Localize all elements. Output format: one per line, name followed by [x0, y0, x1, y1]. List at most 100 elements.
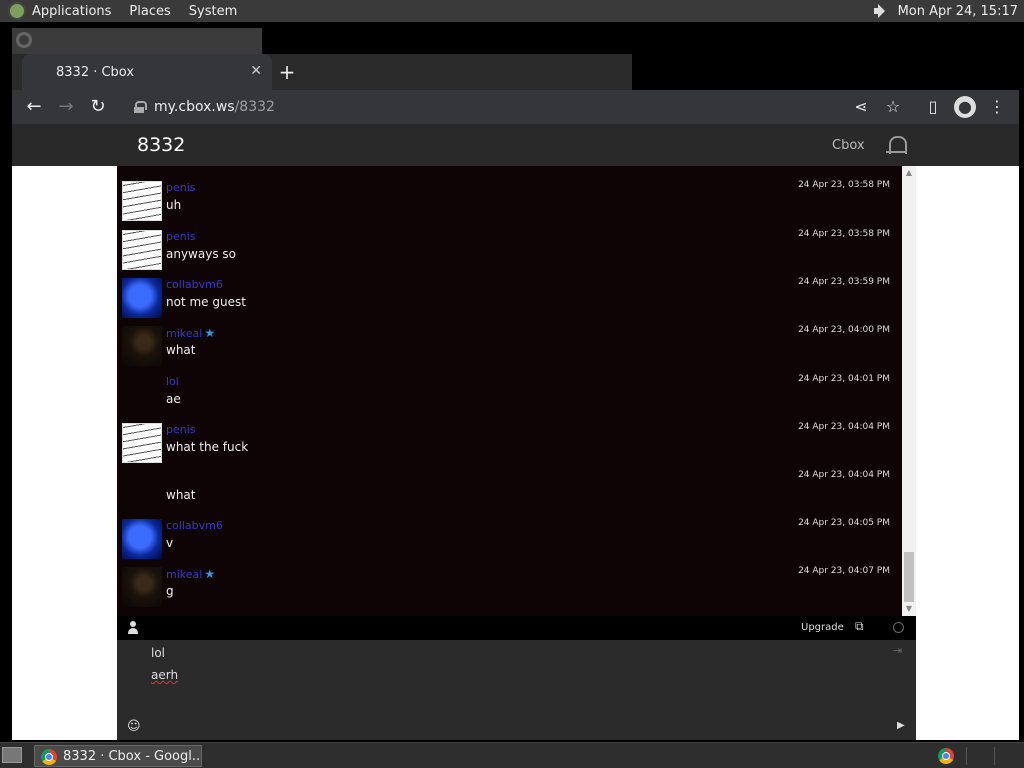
side-panel-icon[interactable]: ▯	[922, 96, 944, 118]
chat-message: collabvm6 not me guest 24 Apr 23, 03:59 …	[117, 271, 902, 318]
name-input[interactable]: lol	[151, 644, 851, 662]
emoji-icon[interactable]: ☺	[127, 719, 141, 734]
compose-area: lol ⇥ aerh ☺ ▶	[117, 640, 916, 740]
user-avatar[interactable]	[122, 230, 162, 270]
new-tab-button[interactable]: +	[274, 59, 300, 85]
chat-message: lol ae 24 Apr 23, 04:01 PM	[117, 368, 902, 414]
message-text: what	[166, 343, 196, 357]
chat-message: mikeal ★ g 24 Apr 23, 04:07 PM	[117, 560, 902, 607]
panel-tray: Mon Apr 24, 15:17	[872, 3, 1024, 19]
message-username[interactable]: lol	[166, 375, 179, 388]
message-timestamp: 24 Apr 23, 04:01 PM	[798, 374, 890, 384]
page-viewport: 8332 Cbox penis uh 24 Apr 23, 03:58 PM p…	[12, 124, 1019, 740]
site-header: 8332 Cbox	[12, 124, 1019, 166]
message-text: v	[166, 536, 174, 550]
chrome-icon	[41, 749, 57, 765]
message-text: g	[166, 584, 174, 598]
user-avatar[interactable]	[122, 326, 162, 366]
back-button[interactable]: ←	[22, 95, 46, 119]
lock-icon[interactable]	[134, 101, 147, 113]
tray-chrome-icon[interactable]	[938, 748, 954, 764]
message-text: not me guest	[166, 295, 246, 309]
message-username[interactable]: collabvm6	[166, 278, 223, 291]
url-path: /8332	[234, 99, 275, 115]
taskbar-window-button[interactable]: 8332 · Cbox - Googl...	[34, 745, 202, 767]
tab-strip: 8332 · Cbox ✕ +	[12, 54, 632, 90]
tab-title: 8332 · Cbox	[56, 64, 135, 80]
upgrade-link[interactable]: Upgrade	[801, 622, 844, 633]
reload-button[interactable]: ↻	[86, 95, 110, 119]
bookmark-star-icon[interactable]: ☆	[882, 96, 904, 118]
login-icon[interactable]: ⇥	[893, 644, 902, 657]
message-timestamp: 24 Apr 23, 03:59 PM	[798, 277, 890, 287]
distro-logo-icon[interactable]	[8, 2, 26, 20]
forward-button[interactable]: →	[54, 95, 78, 119]
address-bar[interactable]: my.cbox.ws/8332	[122, 92, 862, 122]
message-username[interactable]: mikeal ★	[166, 567, 215, 581]
applications-menu[interactable]: Applications	[32, 4, 111, 19]
message-list[interactable]: penis uh 24 Apr 23, 03:58 PM penis anywa…	[117, 166, 902, 616]
popout-icon[interactable]: ⧉	[855, 619, 864, 634]
message-timestamp: 24 Apr 23, 04:07 PM	[798, 566, 890, 576]
scroll-down-arrow-icon[interactable]: ▼	[902, 602, 916, 616]
message-timestamp: 24 Apr 23, 03:58 PM	[798, 229, 890, 239]
chat-message: mikeal ★ what 24 Apr 23, 04:00 PM	[117, 319, 902, 366]
chat-message: penis what the fuck 24 Apr 23, 04:04 PM	[117, 416, 902, 463]
message-timestamp: 24 Apr 23, 04:04 PM	[798, 470, 890, 480]
user-avatar[interactable]	[122, 519, 162, 559]
taskbar-window-label: 8332 · Cbox - Googl...	[63, 748, 202, 764]
status-circle-icon	[893, 622, 904, 633]
message-text: what	[166, 488, 196, 502]
close-tab-icon[interactable]: ✕	[250, 63, 262, 79]
browser-tab[interactable]: 8332 · Cbox ✕	[22, 54, 272, 90]
chat-toolbar: Upgrade ⧉	[117, 616, 916, 640]
moderator-star-icon: ★	[204, 326, 216, 340]
message-username[interactable]: penis	[166, 181, 196, 194]
user-avatar[interactable]	[122, 181, 162, 221]
message-timestamp: 24 Apr 23, 03:58 PM	[798, 180, 890, 190]
message-timestamp: 24 Apr 23, 04:00 PM	[798, 325, 890, 335]
chat-box: penis uh 24 Apr 23, 03:58 PM penis anywa…	[117, 166, 916, 740]
page-title: 8332	[137, 134, 186, 156]
message-text: anyways so	[166, 247, 236, 261]
chat-message: collabvm6 v 24 Apr 23, 04:05 PM	[117, 512, 902, 559]
window-titlebar	[12, 28, 262, 54]
message-text: what the fuck	[166, 440, 249, 454]
scrollbar-thumb[interactable]	[904, 552, 914, 602]
show-desktop-icon[interactable]	[2, 747, 22, 763]
chat-message: penis anyways so 24 Apr 23, 03:58 PM	[117, 223, 902, 270]
chat-message: penis uh 24 Apr 23, 03:58 PM	[117, 174, 902, 221]
moderator-star-icon: ★	[204, 567, 216, 581]
browser-toolbar: ← → ↻ my.cbox.ws/8332 ⋖ ☆ ▯ ● ⋮	[12, 90, 1019, 124]
clock[interactable]: Mon Apr 24, 15:17	[898, 4, 1018, 19]
user-avatar[interactable]	[122, 423, 162, 463]
message-input[interactable]: aerh	[151, 666, 851, 684]
message-username[interactable]: penis	[166, 230, 196, 243]
url-host: my.cbox.ws	[154, 99, 235, 115]
top-panel: Applications Places System Mon Apr 24, 1…	[0, 0, 1024, 22]
message-username[interactable]: penis	[166, 423, 196, 436]
notification-bell-icon[interactable]	[884, 134, 908, 158]
places-menu[interactable]: Places	[129, 4, 170, 19]
message-scrollbar[interactable]: ▲ ▼	[902, 166, 916, 616]
message-timestamp: 24 Apr 23, 04:05 PM	[798, 518, 890, 528]
user-avatar[interactable]	[122, 278, 162, 318]
message-username[interactable]: collabvm6	[166, 519, 223, 532]
loading-icon	[16, 32, 32, 48]
message-username[interactable]: mikeal ★	[166, 326, 215, 340]
scroll-up-arrow-icon[interactable]: ▲	[902, 166, 916, 180]
user-avatar[interactable]	[122, 567, 162, 607]
menu-kebab-icon[interactable]: ⋮	[986, 96, 1008, 118]
bottom-taskbar: 8332 · Cbox - Googl...	[0, 742, 1024, 768]
system-menu[interactable]: System	[189, 4, 237, 19]
volume-icon[interactable]	[872, 3, 890, 19]
message-timestamp: 24 Apr 23, 04:04 PM	[798, 422, 890, 432]
message-text: ae	[166, 392, 181, 406]
share-icon[interactable]: ⋖	[850, 96, 872, 118]
workspace-divider	[966, 747, 967, 765]
send-arrow-icon[interactable]: ▶	[897, 720, 905, 731]
chat-message: what 24 Apr 23, 04:04 PM	[117, 464, 902, 510]
profile-avatar-icon[interactable]: ●	[954, 96, 976, 118]
user-icon[interactable]	[127, 621, 139, 635]
cbox-brand-link[interactable]: Cbox	[832, 138, 865, 153]
